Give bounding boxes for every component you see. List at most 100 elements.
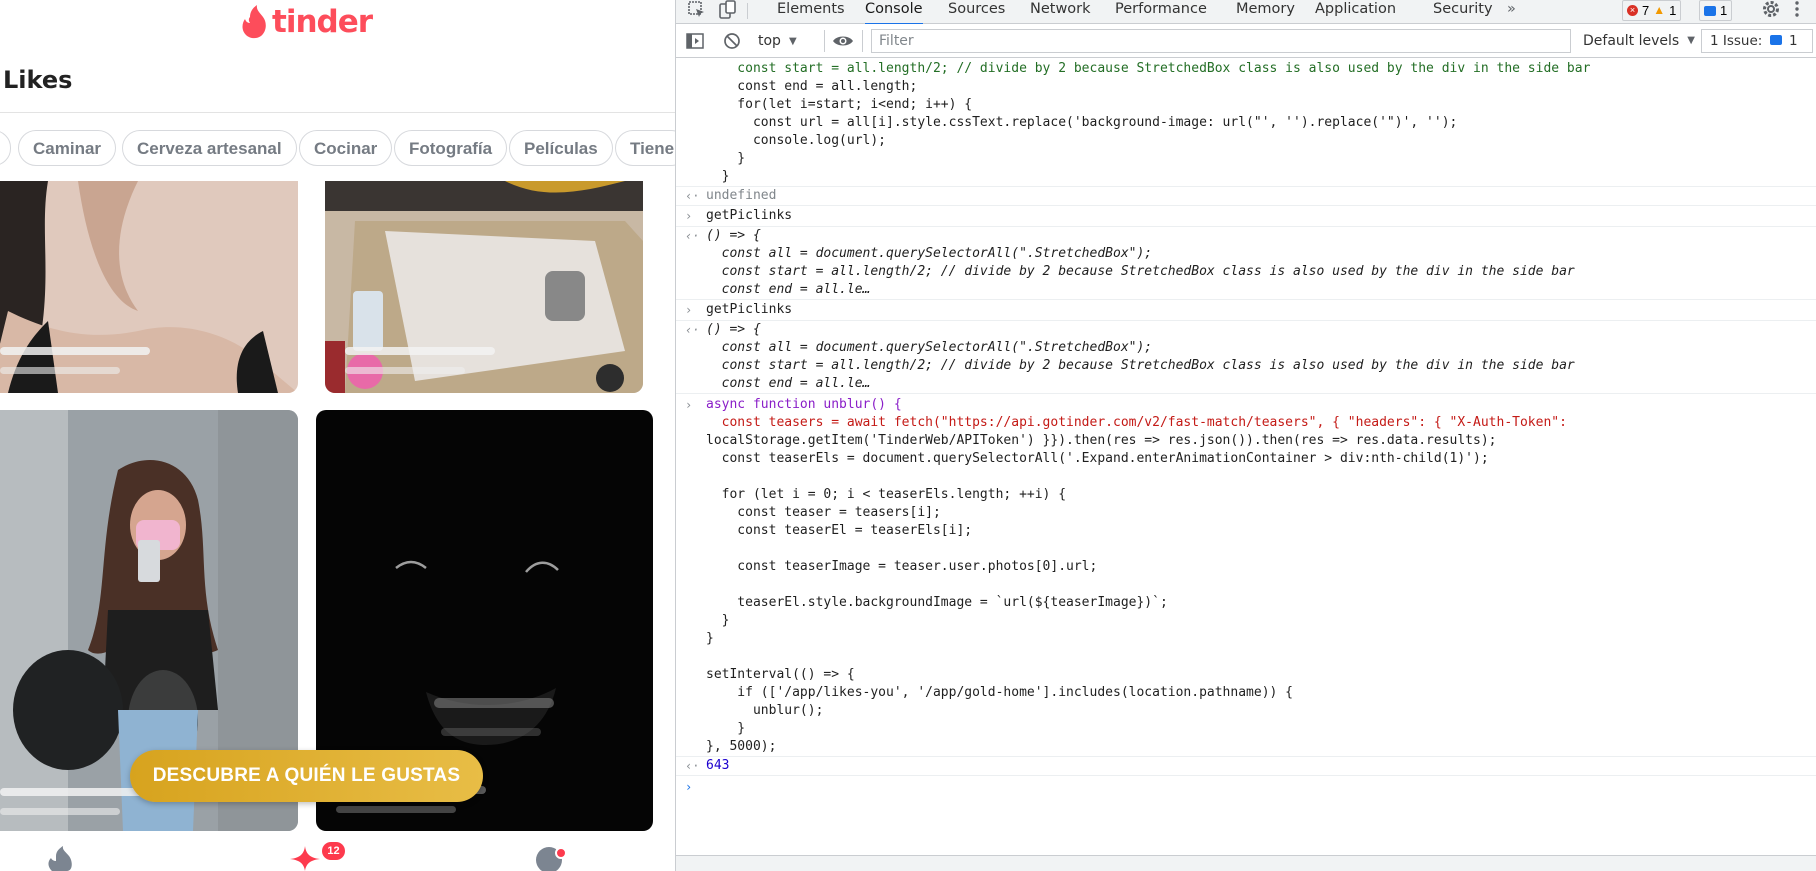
input-line: if (['/app/likes-you', '/app/gold-home']… [676,684,1816,702]
result-line: ‹· () => { [676,227,1816,245]
header-divider [0,112,675,113]
input-chevron-icon: › [685,209,693,223]
code-line: const url = all[i].style.cssText.replace… [676,114,1816,132]
code-line: } [676,168,1816,186]
tinder-wordmark: tinder [272,4,373,40]
result-line: const all = document.querySelectorAll(".… [676,339,1816,357]
interest-chip-partial[interactable] [0,130,11,166]
log-levels-dropdown[interactable]: Default levels ▼ [1583,29,1695,53]
code-text: const start = all.length/2; // divide by… [706,61,1591,76]
code-text: const end = all.length; [706,79,918,94]
chat-icon[interactable] [534,846,568,871]
console-input: › getPiclinks [676,206,1816,227]
more-options-icon[interactable] [1792,0,1802,18]
warning-icon: ▲ [1653,3,1666,17]
console-toolbar: top ▼ Filter Default levels ▼ 1 Issue: 1 [676,24,1816,58]
console-result[interactable]: ‹· () => { const all = document.querySele… [676,321,1816,394]
input-text: const teaser = teasers[i]; [706,505,941,520]
input-chevron-icon: › [685,398,693,412]
code-line: const start = all.length/2; // divide by… [676,60,1816,78]
input-text: const teaserImage = teaser.user.photos[0… [706,559,1098,574]
blurred-profile-photo [325,181,643,393]
input-text: setInterval(() => { [706,667,855,682]
input-line: const teaserEl = teaserEls[i]; [676,522,1816,540]
input-text: const teaserEls = document.querySelector… [706,451,1489,466]
input-text: getPiclinks [706,302,793,317]
input-text: } [706,613,730,628]
live-expression-eye-icon[interactable] [832,33,854,49]
console-input: › getPiclinks [676,300,1816,321]
result-line: const start = all.length/2; // divide by… [676,357,1816,375]
input-line: const teaserEls = document.querySelector… [676,450,1816,468]
code-text: } [706,151,746,166]
sidebar-toggle-icon[interactable] [686,33,704,49]
input-line: }, 5000); [676,738,1816,756]
tab-console[interactable]: Console [865,0,923,25]
result-text: const start = all.length/2; // divide by… [706,358,1575,373]
sparkle-icon[interactable] [290,846,320,871]
inspect-element-icon[interactable] [688,1,706,19]
flame-icon[interactable] [47,846,75,871]
issues-label: 1 Issue: [1710,33,1763,49]
device-toolbar-icon[interactable] [719,0,737,20]
tab-performance[interactable]: Performance [1115,0,1207,23]
console-input: › async function unblur() { const teasers… [676,394,1816,757]
prompt-line[interactable]: › [676,776,1816,798]
tinder-logo[interactable]: tinder [241,2,373,42]
interest-chip[interactable]: Tiene [615,130,675,166]
console-result: ‹· undefined [676,187,1816,206]
tab-security[interactable]: Security [1433,0,1493,23]
input-text: }, 5000); [706,739,777,754]
tab-memory[interactable]: Memory [1236,0,1295,23]
interest-chip[interactable]: Fotografía [394,130,508,166]
toolbar-divider [862,30,863,52]
result-line: const end = all.le… [676,281,1816,299]
toolbar-divider [747,3,748,19]
issues-button[interactable]: 1 Issue: 1 [1701,29,1813,53]
code-text: console.log(url); [706,133,887,148]
input-line: › getPiclinks [676,206,1816,226]
input-line: › async function unblur() { [676,396,1816,414]
discover-likes-button[interactable]: DESCUBRE A QUIÉN LE GUSTAS [130,750,483,802]
drawer-bar [676,855,1816,871]
result-text: const end = all.le… [706,282,871,297]
clear-console-icon[interactable] [723,32,741,50]
input-text: teaserEl.style.backgroundImage = `url(${… [706,595,1168,610]
devtools-panel: Elements Console Sources Network Perform… [675,0,1816,871]
like-card[interactable] [325,181,643,393]
devtools-tabbar: Elements Console Sources Network Perform… [676,0,1816,25]
input-text: const teaserEl = teaserEls[i]; [706,523,973,538]
input-line: const teasers = await fetch("https://api… [676,414,1816,432]
like-card[interactable] [0,181,298,393]
issues-count: 1 [1788,33,1798,49]
interest-chip[interactable]: Caminar [18,130,117,166]
more-tabs-button[interactable]: » [1507,0,1516,23]
tab-elements[interactable]: Elements [777,0,845,23]
console-prompt[interactable]: › [676,776,1816,798]
console-result[interactable]: ‹· () => { const all = document.querySele… [676,227,1816,300]
prompt-chevron-icon: › [685,780,693,794]
interest-chip[interactable]: Películas [509,130,613,166]
interest-chip[interactable]: Cerveza artesanal [122,130,297,166]
flame-logo-icon [242,5,266,39]
warning-count: 1 [1669,3,1677,18]
messages-counter[interactable]: 1 [1699,0,1733,21]
settings-gear-icon[interactable] [1762,0,1780,18]
context-selector[interactable]: top ▼ [758,29,797,53]
code-line: for(let i=start; i<end; i++) { [676,96,1816,114]
tab-network[interactable]: Network [1030,0,1091,23]
result-text: const all = document.querySelectorAll(".… [706,246,1153,261]
input-line: } [676,720,1816,738]
result-line: ‹· 643 [676,757,1816,775]
console-filter-input[interactable]: Filter [871,29,1571,53]
input-line: } [676,630,1816,648]
result-line: ‹· undefined [676,187,1816,205]
tab-sources[interactable]: Sources [948,0,1005,23]
result-line: const all = document.querySelectorAll(".… [676,245,1816,263]
input-line: teaserEl.style.backgroundImage = `url(${… [676,594,1816,612]
tab-application[interactable]: Application [1315,0,1396,23]
code-line: const end = all.length; [676,78,1816,96]
errors-warnings-counter[interactable]: × 7 ▲ 1 [1622,0,1682,21]
interest-chip[interactable]: Cocinar [299,130,393,166]
blurred-profile-photo [0,181,298,393]
